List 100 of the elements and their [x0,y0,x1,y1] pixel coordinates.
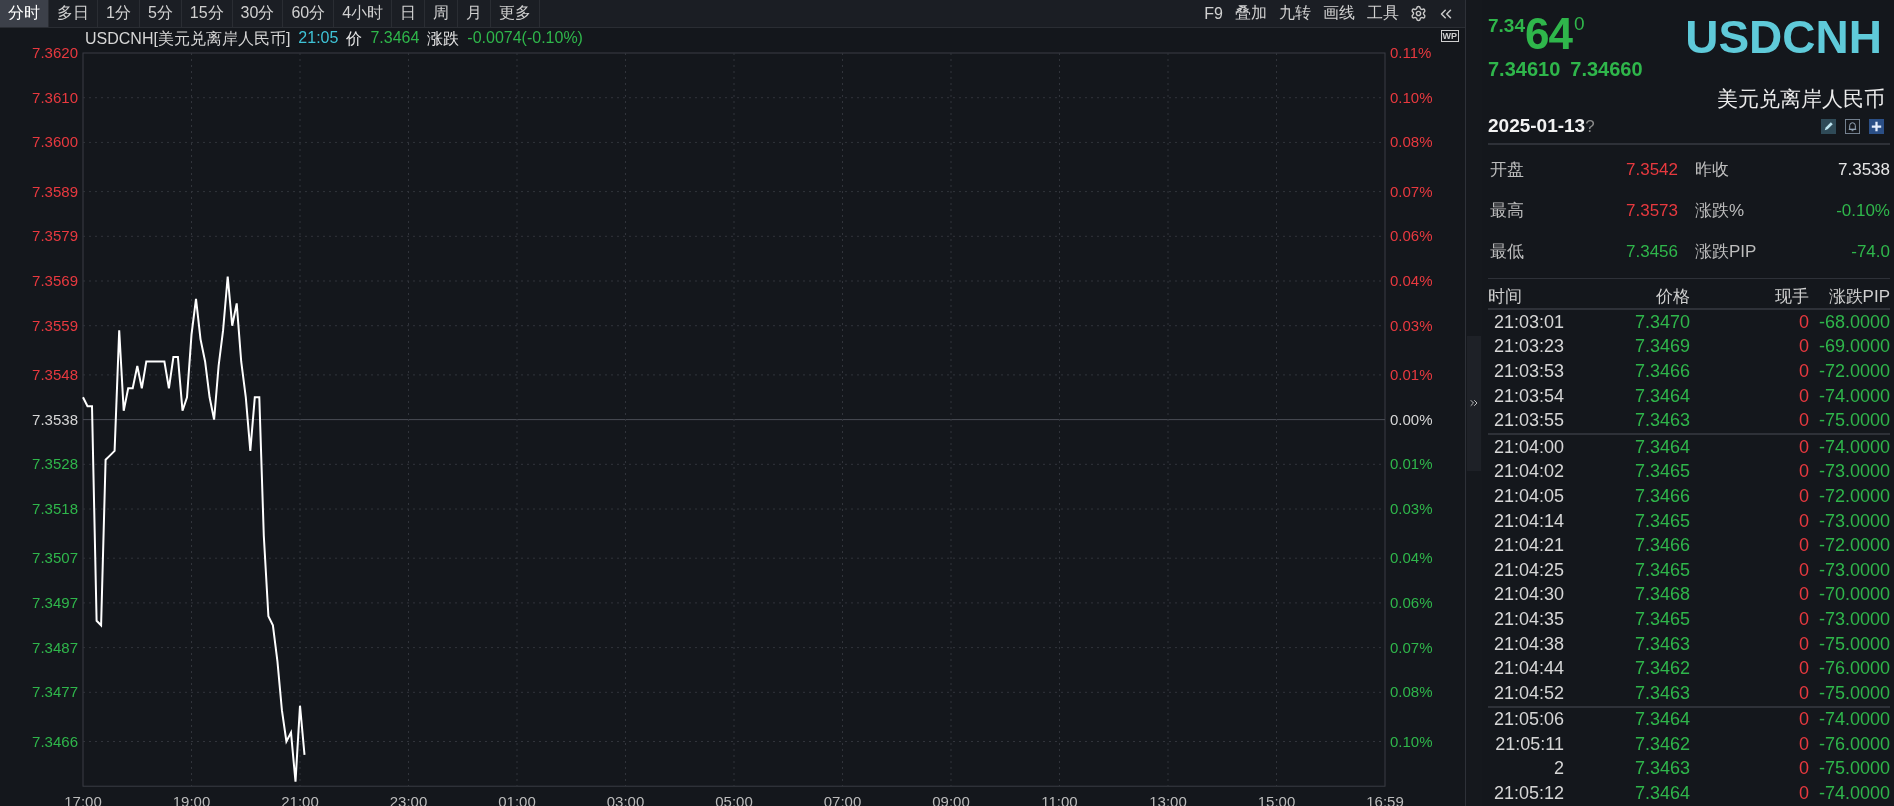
change-value: -0.0074(-0.10%) [467,29,583,48]
trade-time: 21:03:53 [1492,361,1564,382]
trade-time: 21:04:14 [1492,510,1564,532]
trade-price: 7.3462 [1633,733,1690,755]
period-tab[interactable]: 更多 [491,0,541,27]
axis-tick-label: 0.06% [1390,593,1433,611]
bid-price: 7.34610 [1488,58,1561,81]
trade-price: 7.3464 [1633,783,1690,805]
stat-value: 7.3456 [1625,241,1678,262]
axis-tick-label: 7.3589 [32,182,78,200]
trade-volume: 0 [1798,336,1809,358]
axis-tick-label: 0.07% [1390,182,1433,200]
trade-time: 21:04:30 [1492,584,1564,606]
trade-pip: -75.0000 [1817,410,1890,432]
trade-time: 21:04:52 [1492,682,1564,704]
trade-pip: -72.0000 [1817,361,1890,382]
column-header: 时间 [1488,285,1523,308]
tool-button[interactable]: 画线 [1318,0,1360,27]
axis-tick-label: 0.10% [1390,732,1433,750]
trade-time: 21:04:00 [1492,436,1564,458]
period-tab[interactable]: 5分 [139,0,182,27]
trade-pip: -68.0000 [1817,311,1890,333]
stat-value: 7.3573 [1625,200,1678,221]
trade-time: 21:04:05 [1492,485,1564,507]
trade-volume: 0 [1798,783,1809,805]
axis-tick-label: 0.04% [1390,272,1433,289]
trade-pip: -72.0000 [1817,485,1890,507]
price-value: 7.3464 [370,29,420,48]
axis-tick-label: 7.3487 [32,638,78,656]
axis-tick-label: 0.08% [1390,133,1433,151]
column-header: 涨跌PIP [1827,285,1890,308]
trade-volume: 0 [1798,584,1809,606]
trade-price: 7.3469 [1633,336,1690,358]
trade-pip: -74.0000 [1817,709,1890,731]
trade-time: 21:04:25 [1492,559,1564,581]
axis-tick-label: 0.00% [1390,410,1433,428]
trade-volume: 0 [1798,633,1809,655]
price-pip-digit: 0 [1573,14,1585,33]
trade-price: 7.3466 [1633,361,1690,382]
period-tab[interactable]: 4小时 [334,0,393,27]
trade-volume: 0 [1798,733,1809,755]
trade-volume: 0 [1798,436,1809,458]
trade-time: 21:04:02 [1492,461,1564,483]
trade-pip: -74.0000 [1817,783,1890,805]
monitor-badge[interactable]: WP [1440,30,1459,42]
trade-price: 7.3465 [1633,461,1690,483]
bell-icon[interactable] [1845,118,1860,134]
date-mark: ? [1585,117,1595,136]
expand-handle[interactable] [1467,335,1481,471]
stat-value: -0.10% [1835,200,1890,221]
axis-tick-label: 7.3528 [32,455,78,473]
trade-volume: 0 [1798,658,1809,680]
trade-time: 21:04:21 [1492,535,1564,557]
trade-time: 21:05:06 [1492,709,1564,731]
axis-tick-label: 0.03% [1390,316,1433,334]
price-big-digits: 64 [1525,12,1572,56]
axis-tick-label: 7.3600 [32,133,78,151]
trade-volume: 0 [1798,535,1809,557]
pencil-icon[interactable] [1821,118,1836,134]
change-label: 涨跌 [427,29,460,49]
trade-pip: -75.0000 [1817,682,1890,704]
time-label: 21:05 [298,29,339,48]
trade-price: 7.3465 [1633,559,1690,581]
price-label: 价 [346,29,363,49]
period-tab[interactable]: 30分 [232,0,284,27]
period-tab[interactable]: 15分 [181,0,233,27]
stat-label: 最高 [1489,200,1525,222]
trade-volume: 0 [1798,410,1809,432]
axis-tick-label: 0.07% [1390,638,1433,656]
stat-label: 开盘 [1489,159,1525,181]
tool-button[interactable]: 工具 [1362,0,1404,27]
date-label: 2025-01-13 [1488,115,1586,136]
period-tab[interactable]: 多日 [49,0,98,27]
period-tab[interactable]: 月 [458,0,492,27]
period-tab[interactable]: 日 [392,0,426,27]
tool-button[interactable]: 叠加 [1230,0,1272,27]
axis-tick-label: 0.08% [1390,683,1433,701]
tool-button[interactable]: 九转 [1274,0,1316,27]
trade-volume: 0 [1798,361,1809,382]
ask-price: 7.34660 [1570,58,1643,81]
trade-pip: -73.0000 [1817,510,1890,532]
trade-volume: 0 [1798,682,1809,704]
stat-label: 涨跌% [1694,200,1746,222]
trade-time: 21:03:23 [1492,336,1564,358]
plus-icon[interactable] [1869,118,1884,134]
axis-tick-label: 0.01% [1390,455,1433,473]
trade-time: 21:04:44 [1492,658,1564,680]
period-tab[interactable]: 分时 [0,0,49,27]
trade-time: 21:04:35 [1492,608,1564,630]
axis-tick-label: 0.01% [1390,365,1433,383]
trade-volume: 0 [1798,510,1809,532]
stat-label: 昨收 [1694,159,1730,181]
period-tab[interactable]: 1分 [98,0,140,27]
trade-volume: 0 [1798,758,1809,780]
trade-time: 21:04:38 [1492,633,1564,655]
axis-tick-label: 7.3518 [32,500,78,517]
trade-time: 21:03:54 [1492,385,1564,407]
period-tab[interactable]: 周 [425,0,459,27]
tool-button[interactable]: F9 [1199,0,1228,27]
period-tab[interactable]: 60分 [283,0,335,27]
